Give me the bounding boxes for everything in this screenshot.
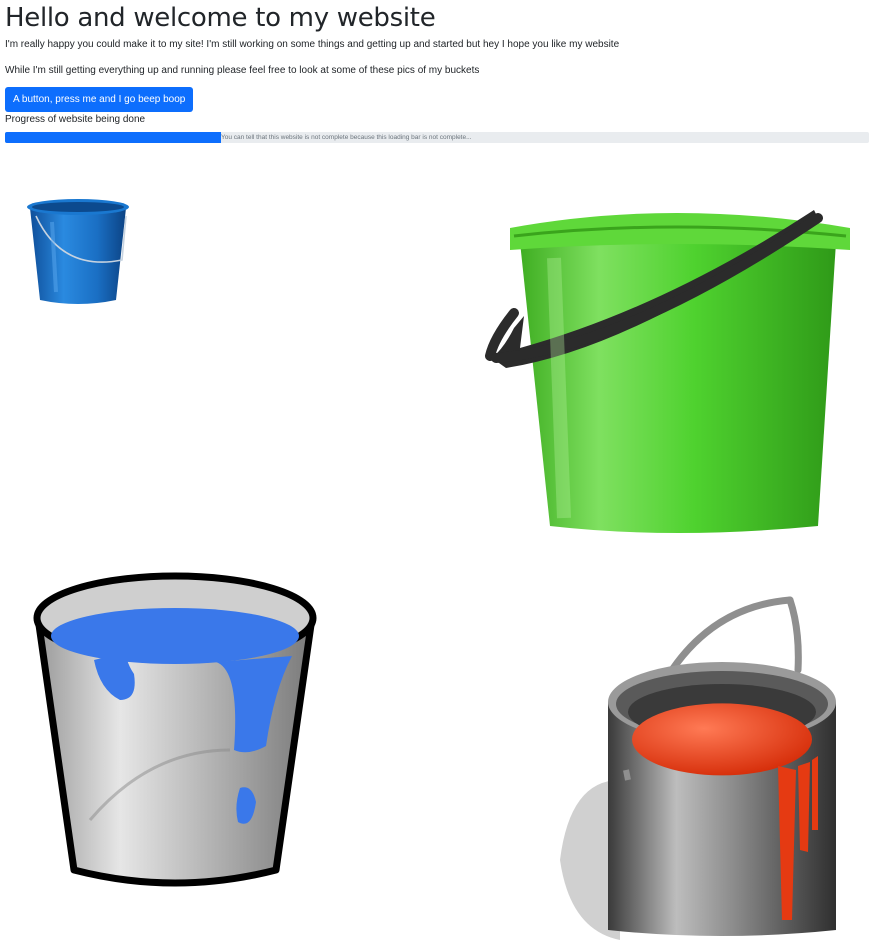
progress-label: Progress of website being done	[5, 114, 146, 125]
progress-fill	[5, 132, 221, 143]
intro-text: I'm really happy you could make it to my…	[5, 39, 620, 50]
page-title: Hello and welcome to my website	[5, 3, 436, 33]
buckets-note: While I'm still getting everything up an…	[5, 65, 480, 76]
progress-bar: You can tell that this website is not co…	[5, 132, 869, 143]
green-bucket-image	[485, 210, 850, 533]
water-bucket-image	[33, 572, 317, 887]
beep-button[interactable]: A button, press me and I go beep boop	[5, 87, 194, 112]
page: Hello and welcome to my website I'm real…	[0, 0, 892, 143]
paint-bucket-image	[560, 596, 836, 940]
progress-text: You can tell that this website is not co…	[221, 134, 472, 141]
blue-bucket-image	[27, 199, 129, 304]
